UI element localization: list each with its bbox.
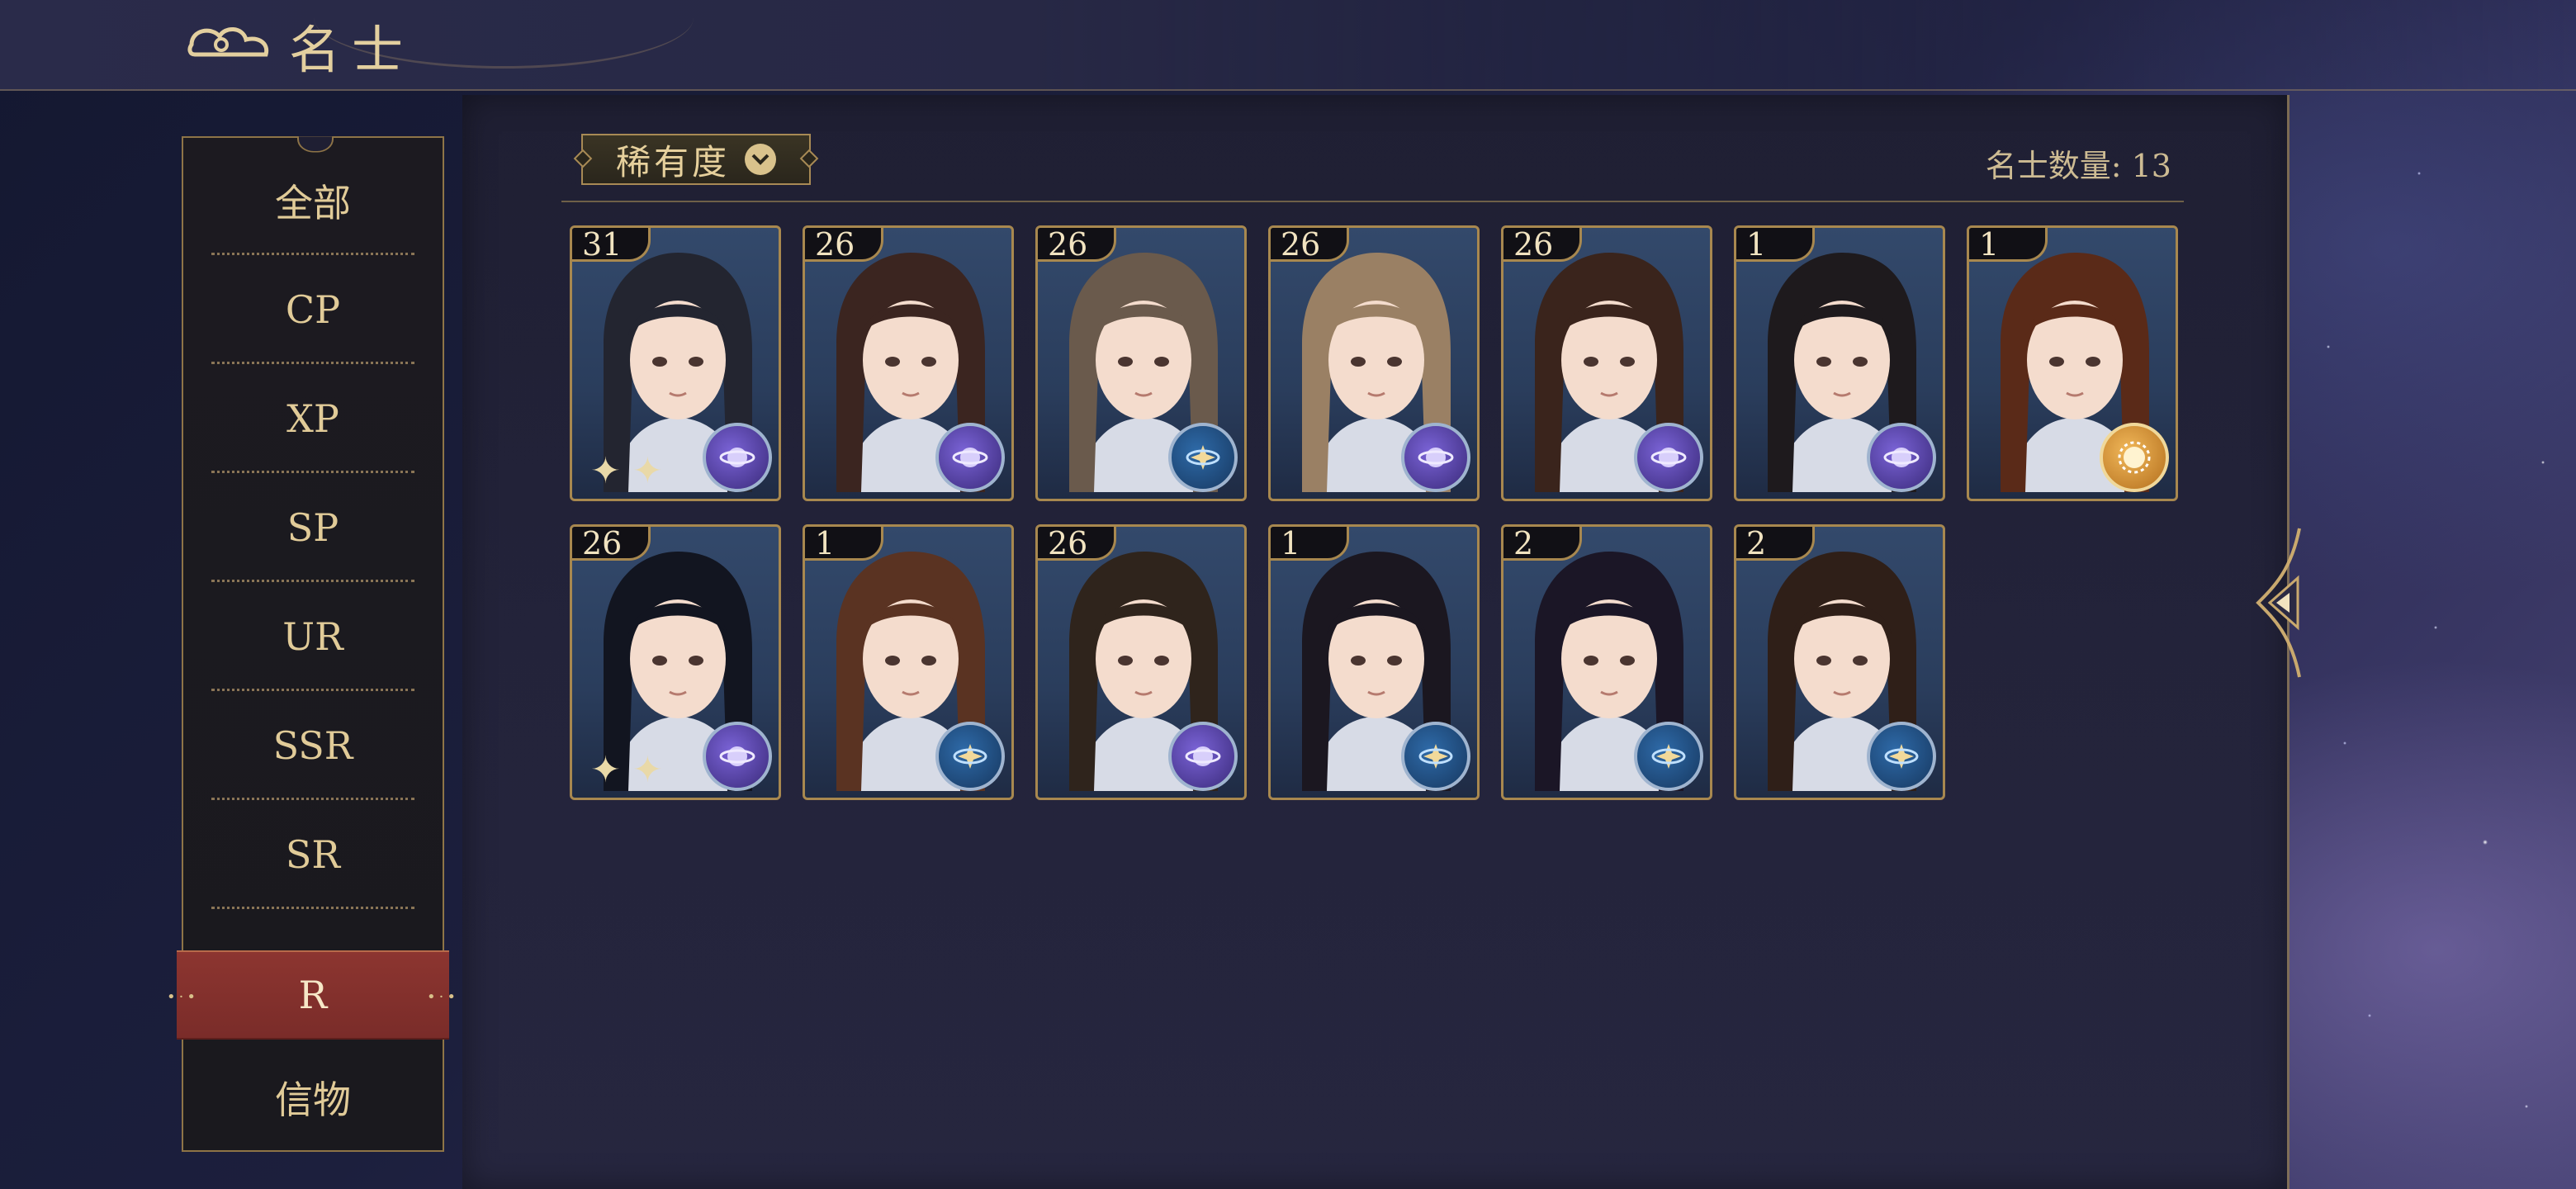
purple-attribute-icon	[935, 423, 1005, 492]
level-label: 26	[1281, 226, 1321, 263]
level-label: 1	[1746, 226, 1767, 263]
level-label: 26	[582, 525, 623, 561]
tab-label: SP	[286, 505, 339, 550]
gold-attribute-icon	[2100, 423, 2169, 492]
blue-attribute-icon	[935, 722, 1005, 791]
hero-card[interactable]: 2	[1734, 524, 1945, 800]
tab-label: 信物	[275, 1078, 351, 1122]
hero-card[interactable]: 26 ✦ ✦	[570, 524, 781, 800]
level-tab: 26	[805, 226, 883, 263]
collapse-arrow-icon[interactable]	[2250, 520, 2316, 685]
sparkle-icon: ✦ ✦	[590, 450, 663, 492]
level-label: 26	[1048, 226, 1088, 263]
tab-ssr[interactable]: SSR	[183, 691, 443, 800]
tab-label: 全部	[275, 181, 351, 225]
chevron-down-icon	[745, 144, 776, 175]
level-label: 1	[815, 525, 836, 561]
tab-all[interactable]: 全部	[183, 146, 443, 255]
tab-ur[interactable]: UR	[183, 582, 443, 691]
hero-card[interactable]: 26	[1501, 225, 1712, 501]
level-label: 2	[1746, 525, 1767, 561]
dots-ornament-right: •·•	[427, 988, 459, 1006]
level-label: 1	[1281, 525, 1301, 561]
blue-attribute-icon	[1401, 722, 1470, 791]
level-label: 31	[582, 226, 623, 263]
level-tab: 26	[572, 527, 651, 561]
cloud-ornament-icon	[187, 27, 269, 57]
tab-divider	[211, 907, 414, 909]
blue-attribute-icon	[1168, 423, 1238, 492]
category-sidebar: 全部 CP XP SP UR SSR SR •·• R •·• 信物	[167, 136, 456, 1152]
hero-card[interactable]: 2	[1501, 524, 1712, 800]
level-tab: 26	[1503, 226, 1582, 263]
hero-card[interactable]: 26	[1035, 225, 1247, 501]
header-divider-line	[561, 201, 2184, 202]
tab-label: CP	[285, 287, 341, 332]
tab-token[interactable]: 信物	[183, 1043, 443, 1152]
level-tab: 1	[1271, 527, 1349, 561]
hero-card[interactable]: 1	[1268, 524, 1480, 800]
level-tab: 2	[1503, 527, 1582, 561]
blue-attribute-icon	[1634, 722, 1703, 791]
purple-attribute-icon	[1634, 423, 1703, 492]
tab-sp[interactable]: SP	[183, 473, 443, 582]
dots-ornament-left: •·•	[167, 988, 199, 1006]
level-label: 26	[1513, 226, 1554, 263]
tab-label: UR	[282, 614, 343, 659]
tab-label: SR	[285, 832, 341, 877]
level-tab: 26	[1038, 527, 1116, 561]
level-label: 26	[815, 226, 855, 263]
level-tab: 31	[572, 226, 651, 263]
tab-label: R	[298, 973, 328, 1017]
top-header-bar: 名士	[0, 0, 2576, 91]
level-tab: 1	[1969, 226, 2048, 263]
tab-label: XP	[286, 396, 339, 441]
purple-attribute-icon	[1401, 423, 1470, 492]
rarity-sort-dropdown[interactable]: 稀有度	[573, 134, 819, 185]
hero-card[interactable]: 26	[1268, 225, 1480, 501]
tab-cp[interactable]: CP	[183, 255, 443, 364]
blue-attribute-icon	[1867, 722, 1936, 791]
hero-card[interactable]: 1	[803, 524, 1014, 800]
purple-attribute-icon	[703, 423, 772, 492]
hero-card[interactable]: 26	[1035, 524, 1247, 800]
tab-xp[interactable]: XP	[183, 364, 443, 473]
level-label: 26	[1048, 525, 1088, 561]
purple-attribute-icon	[1867, 423, 1936, 492]
level-label: 2	[1513, 525, 1534, 561]
purple-attribute-icon	[703, 722, 772, 791]
level-tab: 26	[1038, 226, 1116, 263]
level-label: 1	[1979, 226, 2000, 263]
dropdown-label: 稀有度	[615, 141, 730, 182]
purple-attribute-icon	[1168, 722, 1238, 791]
tab-r-active[interactable]: •·• R •·•	[167, 950, 456, 1040]
hero-card[interactable]: 31 ✦ ✦	[570, 225, 781, 501]
level-tab: 1	[805, 527, 883, 561]
sparkle-icon: ✦ ✦	[590, 749, 663, 791]
tab-sr[interactable]: SR	[183, 800, 443, 909]
level-tab: 26	[1271, 226, 1349, 263]
level-tab: 1	[1736, 226, 1815, 263]
page-title: 名士	[289, 20, 415, 80]
hero-count-label: 名士数量: 13	[1985, 148, 2171, 184]
level-tab: 2	[1736, 527, 1815, 561]
hero-card[interactable]: 26	[803, 225, 1014, 501]
hero-card[interactable]: 1	[1967, 225, 2178, 501]
tab-label: SSR	[272, 723, 353, 768]
hero-card[interactable]: 1	[1734, 225, 1945, 501]
